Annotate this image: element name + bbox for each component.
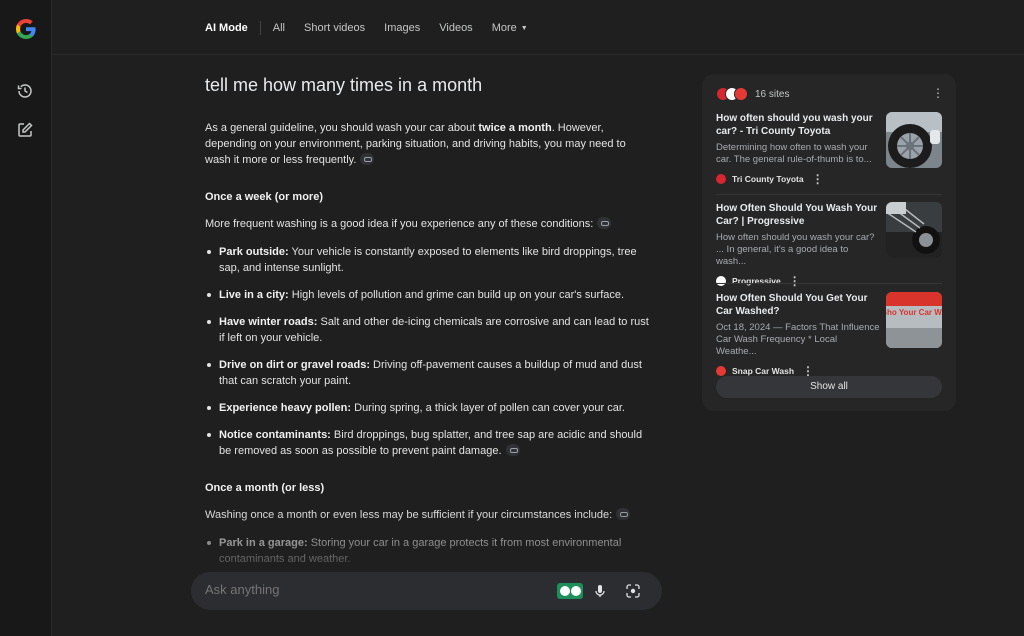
item-term: Drive on dirt or gravel roads: xyxy=(219,359,370,371)
grammarly-icon xyxy=(571,586,581,596)
item-text: During spring, a thick layer of pollen c… xyxy=(351,402,625,414)
source-site: Progressive xyxy=(716,274,942,288)
source-card[interactable]: How Often Should You Get Your Car Washed… xyxy=(716,292,942,378)
item-term: Park in a garage: xyxy=(219,537,308,549)
citation-link-icon[interactable] xyxy=(597,217,612,229)
tab-ai-mode[interactable]: AI Mode xyxy=(205,22,248,34)
source-snippet: Oct 18, 2024 — Factors That Influence Ca… xyxy=(716,322,880,357)
ask-input[interactable] xyxy=(205,582,535,597)
top-nav: AI Mode All Short videos Images Videos M… xyxy=(52,0,1024,55)
source-card[interactable]: How Often Should You Wash Your Car? | Pr… xyxy=(716,202,942,288)
card-divider xyxy=(716,194,942,195)
item-text: High levels of pollution and grime can b… xyxy=(288,289,625,301)
search-tabs: AI Mode All Short videos Images Videos M… xyxy=(205,21,547,35)
history-icon[interactable] xyxy=(16,82,34,100)
source-site-name: Tri County Toyota xyxy=(732,174,804,184)
progressive-favicon-icon xyxy=(716,276,726,286)
google-logo[interactable] xyxy=(14,17,38,41)
tab-more-label: More xyxy=(491,22,517,34)
section-heading: Once a week (or more) xyxy=(205,191,323,203)
section-lead: More frequent washing is a good idea if … xyxy=(205,216,650,232)
list-item: Notice contaminants: Bird droppings, bug… xyxy=(205,427,650,459)
intro-bold: twice a month xyxy=(478,122,552,134)
item-term: Experience heavy pollen: xyxy=(219,402,352,414)
conditions-list: Park in a garage: Storing your car in a … xyxy=(205,535,650,567)
microphone-icon[interactable] xyxy=(592,583,608,599)
citation-link-icon[interactable] xyxy=(360,153,375,165)
snap-favicon-icon xyxy=(716,366,726,376)
side-rail xyxy=(0,0,52,636)
source-title: How often should you wash your car? - Tr… xyxy=(716,113,873,137)
source-snippet: Determining how often to wash your car. … xyxy=(716,142,872,165)
citation-link-icon[interactable] xyxy=(616,508,631,520)
ai-answer: tell me how many times in a month As a g… xyxy=(205,70,650,578)
source-site-name: Progressive xyxy=(732,276,781,286)
list-item: Park in a garage: Storing your car in a … xyxy=(205,535,650,567)
car-wash-promo-thumbnail: Often Sho Your Car Washed? xyxy=(886,292,942,348)
source-site-name: Snap Car Wash xyxy=(732,366,795,376)
chevron-down-icon: ▼ xyxy=(520,25,528,32)
list-item: Drive on dirt or gravel roads: Driving o… xyxy=(205,357,650,389)
list-item: Live in a city: High levels of pollution… xyxy=(205,287,650,303)
source-title: How Often Should You Wash Your Car? | Pr… xyxy=(716,203,878,227)
list-item: Have winter roads: Salt and other de-ici… xyxy=(205,314,650,346)
more-options-icon[interactable] xyxy=(787,274,801,288)
tab-short-videos[interactable]: Short videos xyxy=(304,22,365,34)
tab-more[interactable]: More ▼ xyxy=(492,22,528,34)
list-item: Park outside: Your vehicle is constantly… xyxy=(205,244,650,276)
conditions-list: Park outside: Your vehicle is constantly… xyxy=(205,244,650,459)
source-title: How Often Should You Get Your Car Washed… xyxy=(716,293,868,317)
source-card[interactable]: How often should you wash your car? - Tr… xyxy=(716,112,942,186)
sources-count: 16 sites xyxy=(755,88,790,100)
location-pin-icon xyxy=(560,586,570,596)
lens-camera-icon[interactable] xyxy=(625,583,641,599)
section-lead-text: More frequent washing is a good idea if … xyxy=(205,218,594,230)
more-options-icon[interactable] xyxy=(810,172,824,186)
thumbnail-text: Often Sho Your Car Washed? xyxy=(886,308,942,317)
section-lead-text: Washing once a month or even less may be… xyxy=(205,509,613,521)
tab-divider xyxy=(259,21,261,35)
intro-text-1: As a general guideline, you should wash … xyxy=(205,122,479,134)
section-lead: Washing once a month or even less may be… xyxy=(205,507,650,523)
new-chat-edit-icon[interactable] xyxy=(16,121,34,139)
item-term: Live in a city: xyxy=(219,289,289,301)
citation-link-icon[interactable] xyxy=(505,444,520,456)
card-divider xyxy=(716,283,942,284)
sources-panel: 16 sites How often should you wash your … xyxy=(702,74,956,411)
more-options-icon[interactable] xyxy=(930,86,944,100)
tab-all[interactable]: All xyxy=(273,22,285,34)
section-heading: Once a month (or less) xyxy=(205,482,325,494)
intro-paragraph: As a general guideline, you should wash … xyxy=(205,120,650,168)
tab-images[interactable]: Images xyxy=(384,22,420,34)
ask-bar xyxy=(191,572,662,610)
show-all-button[interactable]: Show all xyxy=(716,376,942,398)
extension-badge-icon[interactable] xyxy=(557,583,583,599)
query-heading: tell me how many times in a month xyxy=(205,75,483,95)
source-snippet: How often should you wash your car? ... … xyxy=(716,232,875,267)
source-favicons xyxy=(716,87,748,101)
sources-header: 16 sites xyxy=(716,86,789,102)
tab-videos[interactable]: Videos xyxy=(439,22,472,34)
snap-favicon-icon xyxy=(734,87,748,101)
list-item: Experience heavy pollen: During spring, … xyxy=(205,400,650,416)
item-term: Have winter roads: xyxy=(219,316,318,328)
source-site: Tri County Toyota xyxy=(716,172,942,186)
item-term: Notice contaminants: xyxy=(219,429,331,441)
item-term: Park outside: xyxy=(219,246,289,258)
tire-wash-thumbnail xyxy=(886,112,942,168)
car-wash-spray-thumbnail xyxy=(886,202,942,258)
toyota-favicon-icon xyxy=(716,174,726,184)
